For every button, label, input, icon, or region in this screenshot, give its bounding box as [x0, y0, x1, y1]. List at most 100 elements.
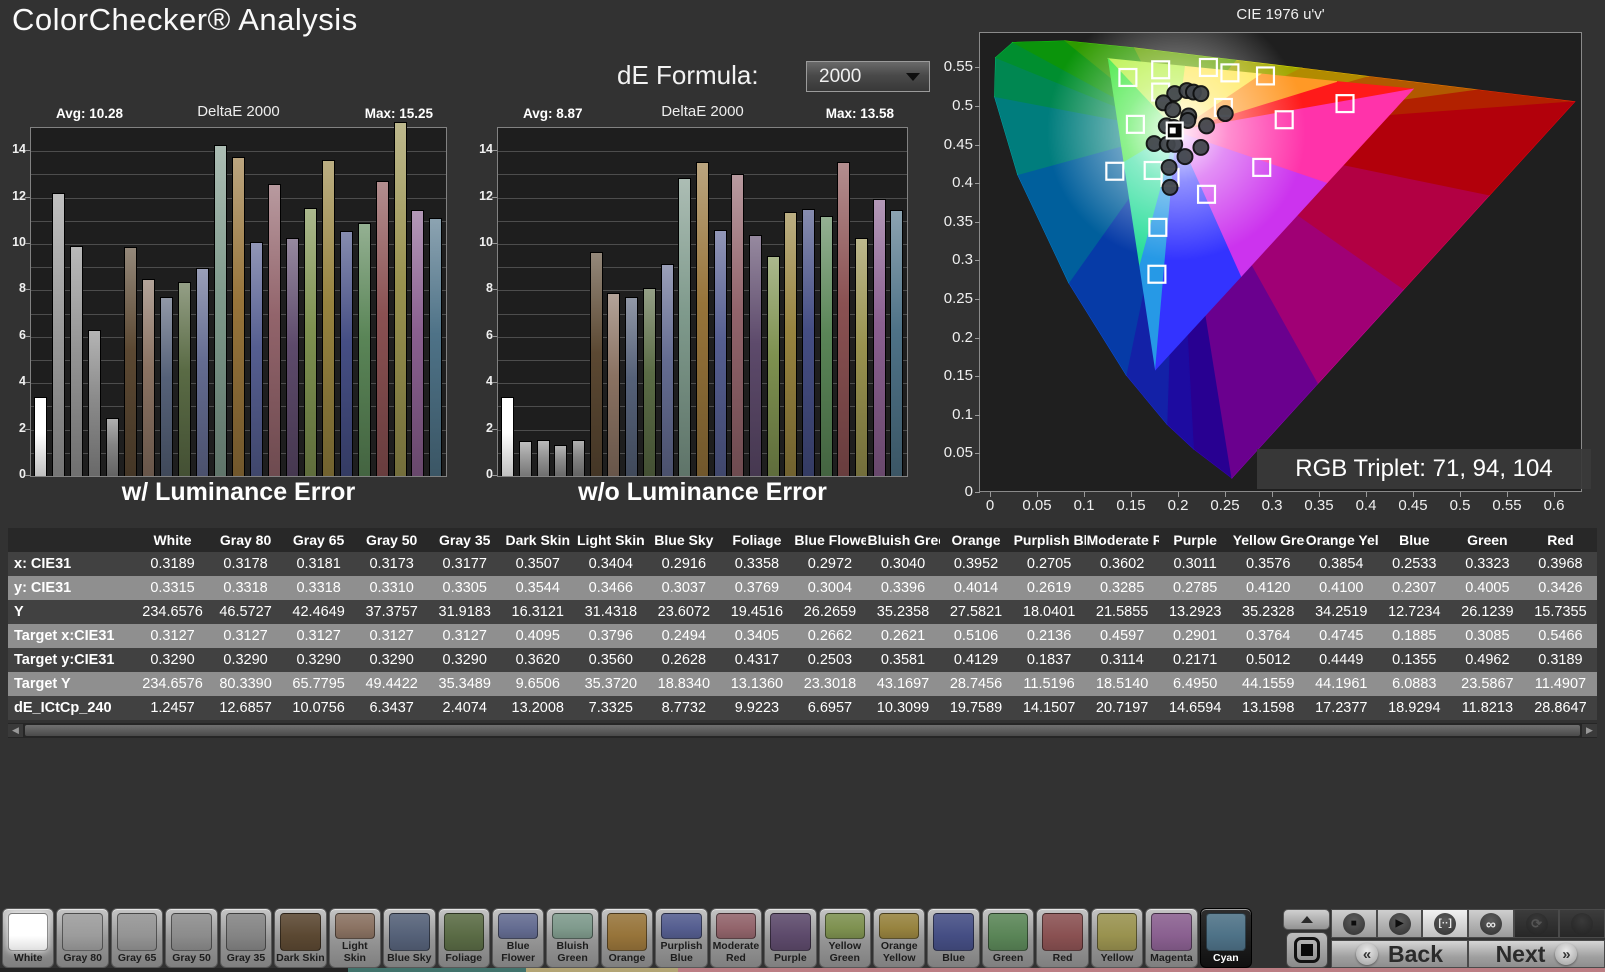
- scroll-left-arrow-icon[interactable]: ◀: [8, 724, 23, 737]
- row-label: Target x:CIE31: [8, 624, 136, 648]
- bar-white: [34, 397, 48, 476]
- patch-color: [389, 913, 430, 951]
- bar-orange-yellow: [321, 160, 335, 476]
- loop-button[interactable]: ∞: [1468, 909, 1514, 938]
- table-cell: 0.3189: [1523, 648, 1597, 672]
- patch-button-foliage[interactable]: Foliage: [437, 908, 490, 968]
- window-pattern-button[interactable]: [1286, 932, 1328, 968]
- patch-color: [1096, 913, 1138, 951]
- patch-button-gray-80[interactable]: Gray 80: [56, 908, 109, 968]
- single-step-button[interactable]: [··]: [1422, 909, 1469, 938]
- table-cell: 234.6576: [136, 600, 210, 624]
- yaxis-tick-label: 14: [12, 142, 26, 157]
- table-cell: 0.2136: [1012, 624, 1086, 648]
- de-formula-dropdown[interactable]: 2000: [806, 61, 930, 92]
- table-cell: 0.3968: [1523, 552, 1597, 576]
- yaxis-tick-label: 8: [19, 281, 26, 296]
- stop-button[interactable]: ■: [1331, 909, 1377, 938]
- yaxis-tick-label: 12: [12, 188, 26, 203]
- cie-xaxis-tick-label: 0.2: [1167, 497, 1189, 514]
- table-cell: 0.5012: [1231, 648, 1305, 672]
- patch-button-orange[interactable]: Orange: [600, 908, 654, 968]
- cie-yaxis-tick-label: 0.35: [943, 212, 973, 230]
- scroll-right-arrow-icon[interactable]: ▶: [1582, 724, 1597, 737]
- patch-button-purple[interactable]: Purple: [764, 908, 817, 968]
- cie-yaxis-tick: [975, 453, 980, 455]
- table-horizontal-scrollbar[interactable]: ◀ ▶: [8, 723, 1597, 738]
- back-button[interactable]: « Back: [1331, 940, 1468, 968]
- table-cell: 0.3127: [355, 624, 429, 648]
- table-cell: 0.3318: [282, 576, 356, 600]
- bar-blue-sky: [625, 297, 639, 476]
- cie-yaxis-tick-label: 0.05: [943, 444, 973, 462]
- back-button-label: Back: [1388, 940, 1443, 967]
- table-cell: 0.3285: [1085, 576, 1159, 600]
- table-cell: 0.3405: [720, 624, 794, 648]
- patch-button-cyan[interactable]: Cyan: [1199, 908, 1253, 968]
- patch-button-purplish-blue[interactable]: Purplish Blue: [655, 908, 708, 968]
- table-cell: 0.5466: [1523, 624, 1597, 648]
- table-cell: 20.7197: [1085, 696, 1159, 720]
- patch-button-orange-yellow[interactable]: Orange Yellow: [873, 908, 926, 968]
- patch-button-red[interactable]: Red: [1036, 908, 1089, 968]
- table-cell: 44.1961: [1304, 672, 1378, 696]
- yaxis-tick: [492, 289, 497, 291]
- refresh-button[interactable]: ⟳: [1513, 909, 1560, 938]
- table-cell: 0.3796: [574, 624, 648, 648]
- cie-xaxis-tick: [1507, 492, 1508, 497]
- patch-button-blue-flower[interactable]: Blue Flower: [491, 908, 545, 968]
- patch-button-magenta[interactable]: Magenta: [1145, 908, 1198, 968]
- de-formula-label: dE Formula:: [617, 60, 759, 90]
- patch-button-gray-35[interactable]: Gray 35: [219, 908, 273, 968]
- bar-blue: [339, 231, 353, 476]
- chart-bars: [498, 128, 907, 476]
- cie-yaxis-tick-label: 0.55: [943, 58, 973, 76]
- patch-button-gray-65[interactable]: Gray 65: [110, 908, 164, 968]
- patch-button-green[interactable]: Green: [981, 908, 1035, 968]
- patch-button-blue-sky[interactable]: Blue Sky: [383, 908, 436, 968]
- patch-button-blue[interactable]: Blue: [927, 908, 980, 968]
- patch-button-gray-50[interactable]: Gray 50: [165, 908, 218, 968]
- play-button[interactable]: ▶: [1376, 909, 1423, 938]
- patch-color: [606, 913, 648, 951]
- panel-collapse-button[interactable]: [1283, 909, 1330, 930]
- patch-button-dark-skin[interactable]: Dark Skin: [274, 908, 327, 968]
- column-header-foliage: Foliage: [720, 528, 794, 552]
- table-cell: 0.3426: [1523, 576, 1597, 600]
- next-button[interactable]: Next »: [1468, 940, 1605, 968]
- table-cell: 0.2628: [647, 648, 721, 672]
- patch-button-moderate-red[interactable]: Moderate Red: [709, 908, 763, 968]
- patch-label: Light Skin: [342, 940, 368, 964]
- scrollbar-thumb[interactable]: [25, 725, 1580, 736]
- chevron-up-icon: [1300, 916, 1313, 923]
- navigation-buttons: « Back Next »: [1331, 940, 1605, 968]
- bar-gray-65: [70, 246, 84, 476]
- bar-cyan: [429, 218, 443, 476]
- table-cell: 0.4100: [1304, 576, 1378, 600]
- column-header-white: White: [136, 528, 210, 552]
- cie-yaxis-tick-label: 0.25: [943, 290, 973, 307]
- bar-blue: [802, 209, 816, 476]
- patch-button-yellow-green[interactable]: Yellow Green: [818, 908, 871, 968]
- table-cell: 0.2705: [1012, 552, 1086, 576]
- table-row: y: CIE31 0.3315 0.3318 0.3318 0.3310 0.3305 0.…: [8, 576, 1597, 600]
- column-header-bluish-green: Bluish Green: [866, 528, 940, 552]
- cie-chromaticity-plot: [979, 1, 1582, 492]
- table-cell: 0.3177: [428, 552, 502, 576]
- yaxis-tick: [492, 428, 497, 430]
- patch-label: Cyan: [1213, 951, 1239, 964]
- table-cell: 2.4074: [428, 696, 502, 720]
- table-cell: 0.3173: [355, 552, 429, 576]
- patch-label: Magenta: [1150, 951, 1193, 964]
- patch-button-white[interactable]: White: [2, 908, 55, 968]
- bar-orange: [695, 161, 709, 476]
- patch-button-light-skin[interactable]: Light Skin: [328, 908, 382, 968]
- patch-button-bluish-green[interactable]: Bluish Green: [546, 908, 599, 968]
- cie-yaxis-tick-label: 0.5: [952, 97, 973, 114]
- bar-orange-yellow: [784, 211, 798, 476]
- table-cell: 0.3620: [501, 648, 575, 672]
- record-button[interactable]: [1559, 909, 1605, 938]
- bar-orange: [231, 157, 245, 476]
- table-cell: 28.7456: [939, 672, 1013, 696]
- patch-button-yellow[interactable]: Yellow: [1090, 908, 1144, 968]
